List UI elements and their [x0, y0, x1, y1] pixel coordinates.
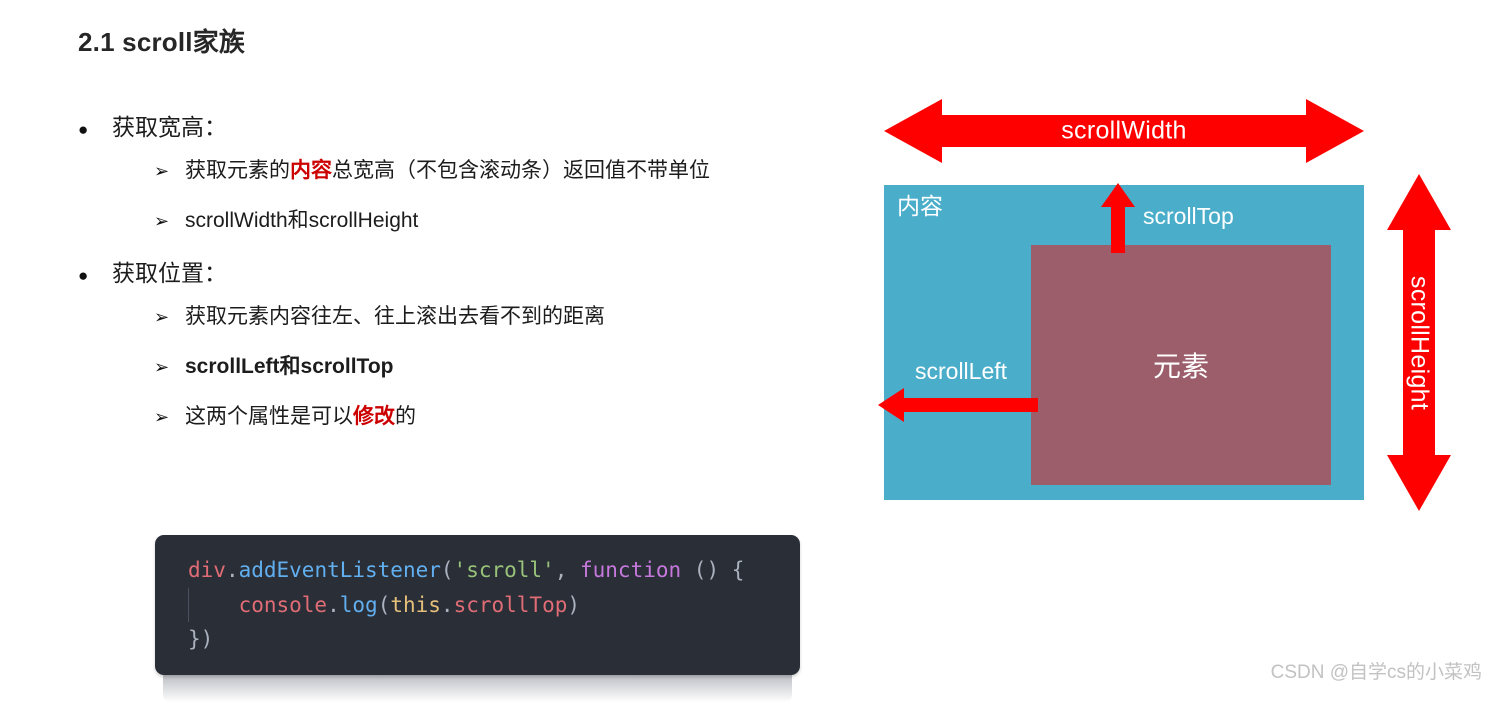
bullet-disc-icon: ●: [78, 265, 89, 285]
code-token: }): [188, 627, 214, 652]
text-run-highlight: 内容: [290, 159, 332, 183]
code-line: console.log(this.scrollTop): [155, 587, 800, 623]
outline-item-label: 这两个属性是可以修改的: [185, 403, 416, 431]
element-box: 元素: [1031, 245, 1331, 485]
scroll-top-label: scrollTop: [1143, 203, 1234, 229]
outline-group: ● 获取宽高： ➢ 获取元素的内容总宽高（不包含滚动条）返回值不带单位 ➢ sc…: [78, 112, 838, 236]
text-run: 的: [395, 405, 416, 429]
watermark: CSDN @自学cs的小菜鸡: [1270, 662, 1482, 683]
text-run: 获取元素的: [185, 159, 290, 183]
scroll-diagram: scrollWidth scrollHeight 内容 元素 scrollTop: [865, 90, 1485, 520]
bullet-arrow-icon: ➢: [154, 306, 170, 327]
code-token: .: [440, 592, 454, 617]
code-token: this: [390, 592, 441, 617]
bullet-arrow-icon: ➢: [154, 161, 170, 182]
outline-item-level2: ➢ scrollLeft和scrollTop: [154, 353, 838, 381]
scroll-left-label: scrollLeft: [915, 358, 1008, 384]
outline-list: ● 获取宽高： ➢ 获取元素的内容总宽高（不包含滚动条）返回值不带单位 ➢ sc…: [78, 112, 838, 454]
bullet-arrow-icon: ➢: [154, 211, 170, 232]
outline-item-level2: ➢ 获取元素的内容总宽高（不包含滚动条）返回值不带单位: [154, 157, 838, 185]
code-token: ,: [554, 558, 580, 582]
code-token: 'scroll': [453, 558, 555, 582]
slide-canvas: 2.1 scroll家族 ● 获取宽高： ➢ 获取元素的内容总宽高（不包含滚动条…: [0, 0, 1496, 702]
outline-item-level2: ➢ 这两个属性是可以修改的: [154, 403, 838, 431]
arrow-left-icon: [878, 388, 1038, 422]
outline-item-label: 获取元素的内容总宽高（不包含滚动条）返回值不带单位: [185, 157, 710, 185]
text-run-highlight: 修改: [353, 405, 395, 429]
bullet-arrow-icon: ➢: [154, 357, 170, 378]
element-box-label: 元素: [1152, 351, 1209, 382]
code-token: function: [580, 558, 682, 582]
code-token: ): [567, 592, 581, 617]
outline-item-label: 获取位置：: [112, 259, 227, 286]
indent-guide: [188, 587, 189, 623]
outline-item-level1: ● 获取宽高：: [78, 112, 838, 143]
text-run: 总宽高（不包含滚动条）返回值不带单位: [332, 159, 710, 183]
code-line: }): [155, 622, 800, 657]
code-token: (: [377, 592, 391, 617]
arrow-up-icon: [1101, 183, 1135, 253]
content-column: 2.1 scroll家族 ● 获取宽高： ➢ 获取元素的内容总宽高（不包含滚动条…: [0, 0, 860, 702]
text-run: 这两个属性是可以: [185, 405, 353, 429]
code-token: () {: [681, 558, 745, 582]
scroll-width-arrow: scrollWidth: [884, 95, 1364, 167]
outline-item-label: 获取宽高：: [112, 114, 227, 140]
code-token: addEventListener: [238, 558, 441, 582]
content-box-label: 内容: [897, 193, 943, 219]
scroll-width-label: scrollWidth: [1061, 116, 1187, 145]
page-title: 2.1 scroll家族: [78, 27, 246, 57]
outline-item-label: scrollLeft和scrollTop: [185, 355, 394, 379]
outline-item-label: scrollWidth和scrollHeight: [185, 209, 419, 233]
code-token: (: [440, 558, 454, 582]
outline-item-level2: ➢ 获取元素内容往左、往上滚出去看不到的距离: [154, 303, 838, 331]
outline-group: ● 获取位置： ➢ 获取元素内容往左、往上滚出去看不到的距离 ➢ scrollL…: [78, 258, 838, 432]
code-token: div: [188, 558, 226, 582]
code-token: .: [225, 558, 239, 582]
scroll-top-arrow: [1101, 183, 1135, 253]
bullet-arrow-icon: ➢: [154, 407, 170, 428]
code-token: console: [238, 592, 328, 617]
code-token: scrollTop: [453, 592, 568, 617]
outline-item-label: 获取元素内容往左、往上滚出去看不到的距离: [185, 304, 605, 328]
outline-item-level1: ● 获取位置：: [78, 258, 838, 289]
bullet-disc-icon: ●: [78, 120, 89, 139]
code-sample-block[interactable]: div.addEventListener('scroll', function …: [155, 535, 800, 675]
code-token: log: [339, 592, 378, 617]
scroll-height-arrow: scrollHeight: [1383, 174, 1455, 511]
code-sample: div.addEventListener('scroll', function …: [155, 535, 800, 702]
scroll-height-label: scrollHeight: [1405, 275, 1434, 410]
code-line: div.addEventListener('scroll', function …: [155, 553, 800, 588]
code-token: .: [327, 592, 340, 617]
scroll-left-arrow: [878, 388, 1038, 422]
outline-item-level2: ➢ scrollWidth和scrollHeight: [154, 207, 838, 235]
